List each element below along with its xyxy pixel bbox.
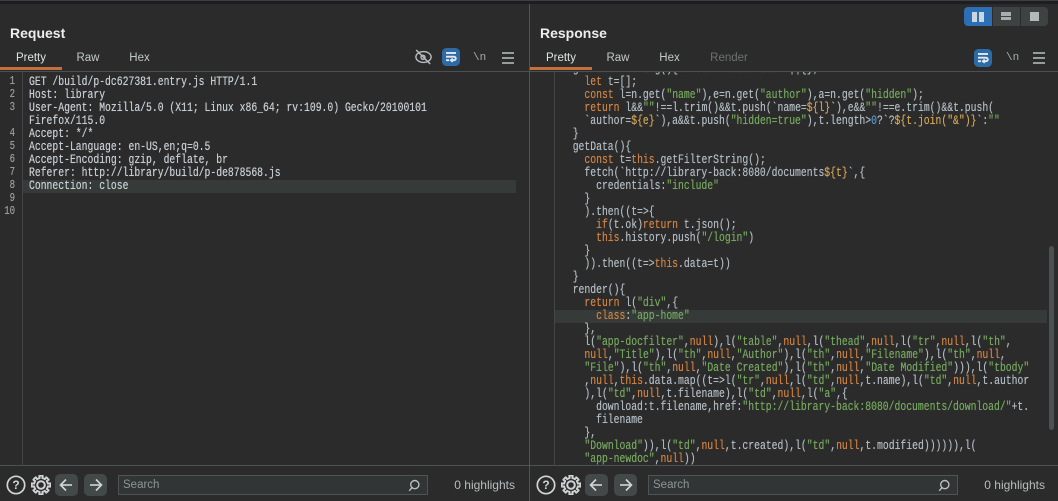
svg-text:?: ? xyxy=(542,478,549,492)
svg-text:?: ? xyxy=(12,478,19,492)
